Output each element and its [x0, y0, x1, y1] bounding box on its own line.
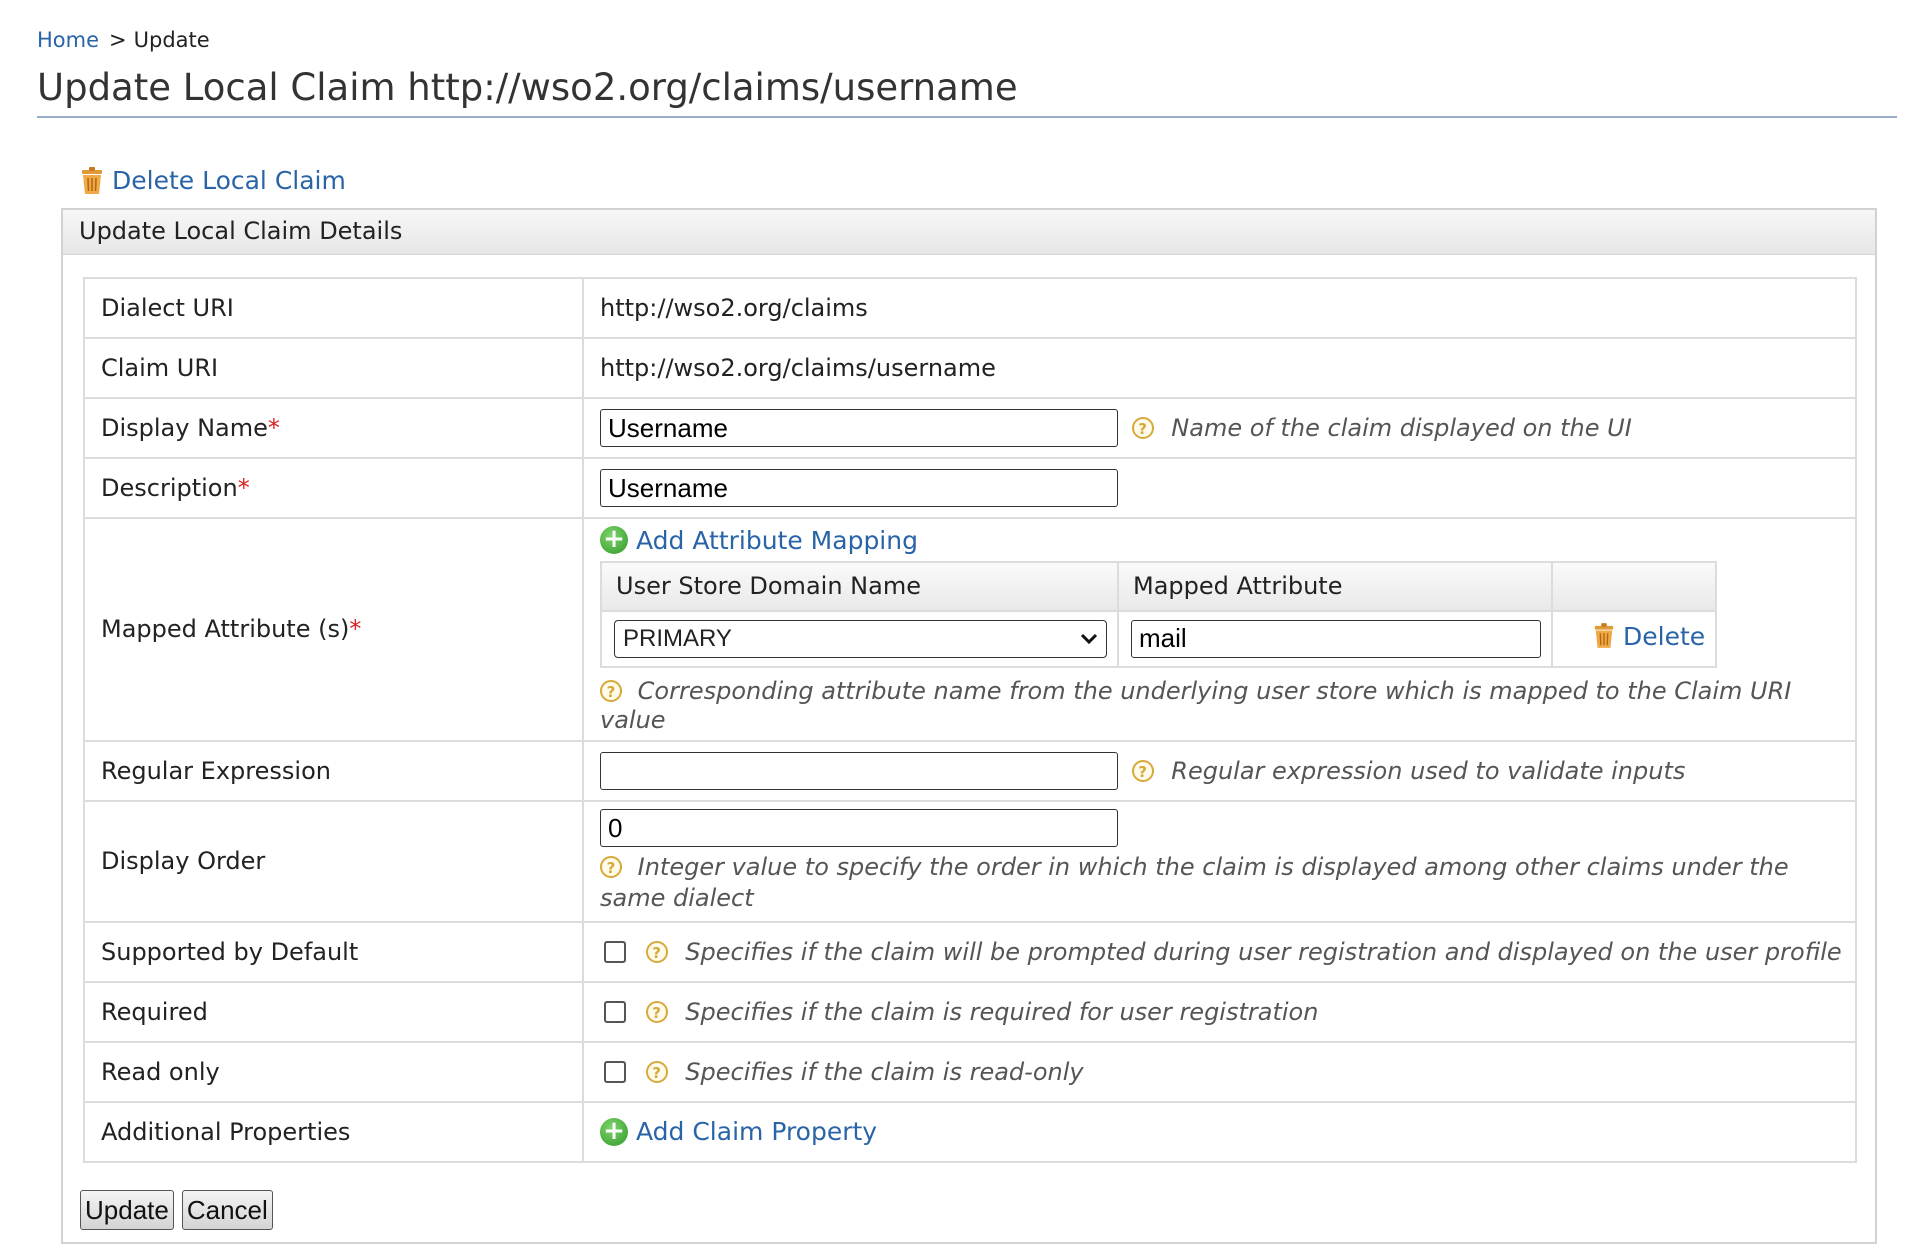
regex-label: Regular Expression	[83, 739, 584, 802]
description-input[interactable]	[600, 469, 1118, 507]
supported-by-default-cell: ? Specifies if the claim will be prompte…	[582, 920, 1857, 983]
display-order-input[interactable]	[600, 809, 1118, 847]
mapped-attributes-label-text: Mapped Attribute (s)	[101, 615, 350, 644]
attribute-mapping-row: PRIMARY mail Delete	[600, 609, 1718, 668]
row-read-only: Read only ? Specifies if the claim is re…	[83, 1040, 1857, 1103]
cancel-button[interactable]: Cancel	[181, 1190, 273, 1230]
user-store-domain-select[interactable]: PRIMARY	[614, 619, 1107, 658]
display-name-input[interactable]	[600, 409, 1118, 447]
help-icon[interactable]: ?	[645, 1001, 668, 1023]
actions-cell: Delete	[1550, 609, 1718, 668]
row-display-order: Display Order ? Integer value to specify…	[83, 799, 1857, 923]
mapped-attributes-cell: + Add Attribute Mapping User Store Domai…	[582, 517, 1857, 742]
add-attribute-mapping-label: Add Attribute Mapping	[636, 525, 918, 555]
display-order-cell: ? Integer value to specify the order in …	[582, 799, 1857, 923]
read-only-hint: Specifies if the claim is read-only	[685, 1058, 1084, 1086]
help-icon[interactable]: ?	[1131, 417, 1154, 439]
additional-properties-label: Additional Properties	[83, 1100, 584, 1163]
row-dialect-uri: Dialect URI http://wso2.org/claims	[83, 277, 1857, 339]
display-order-hint: Integer value to specify the order in wh…	[600, 853, 1789, 912]
help-icon[interactable]: ?	[600, 679, 622, 702]
required-hint: Specifies if the claim is required for u…	[685, 998, 1319, 1026]
chevron-down-icon	[1080, 633, 1098, 644]
display-order-label: Display Order	[83, 799, 584, 923]
required-mark: *	[349, 615, 362, 644]
mapped-attributes-hint: Corresponding attribute name from the un…	[600, 676, 1792, 734]
regex-cell: ? Regular expression used to validate in…	[582, 739, 1857, 802]
display-name-label: Display Name*	[83, 397, 584, 459]
regex-hint: Regular expression used to validate inpu…	[1171, 756, 1686, 785]
description-cell	[582, 457, 1857, 519]
required-mark: *	[237, 474, 250, 502]
mapped-attributes-label: Mapped Attribute (s)*	[83, 517, 584, 742]
display-name-cell: ? Name of the claim displayed on the UI	[582, 397, 1857, 459]
trash-icon	[1594, 623, 1614, 649]
row-supported-by-default: Supported by Default ? Specifies if the …	[83, 920, 1857, 983]
mapped-attributes-hint-line: ? Corresponding attribute name from the …	[600, 676, 1845, 734]
add-claim-property-link[interactable]: + Add Claim Property	[600, 1117, 877, 1146]
display-name-hint: Name of the claim displayed on the UI	[1171, 414, 1632, 442]
row-description: Description*	[83, 457, 1857, 519]
help-icon[interactable]: ?	[645, 941, 668, 963]
domain-cell: PRIMARY	[600, 609, 1119, 668]
form-buttons: Update Cancel	[80, 1190, 273, 1230]
read-only-label: Read only	[83, 1040, 584, 1103]
read-only-checkbox[interactable]	[604, 1061, 626, 1083]
description-label: Description*	[83, 457, 584, 519]
delete-mapping-label: Delete	[1623, 621, 1706, 651]
page: Home > Update Update Local Claim http://ws…	[0, 0, 1914, 1260]
supported-by-default-label: Supported by Default	[83, 920, 584, 983]
breadcrumb: Home > Update	[37, 28, 210, 52]
supported-by-default-hint: Specifies if the claim will be prompted …	[685, 938, 1842, 966]
plus-circle-icon: +	[600, 526, 628, 554]
selected-domain: PRIMARY	[623, 624, 732, 652]
claim-uri-label: Claim URI	[83, 337, 584, 399]
attribute-mapping-table: User Store Domain Name Mapped Attribute …	[600, 560, 1718, 668]
plus-circle-icon: +	[600, 1117, 628, 1146]
row-required: Required ? Specifies if the claim is req…	[83, 980, 1857, 1043]
delete-local-claim-label: Delete Local Claim	[112, 166, 346, 195]
delete-mapping-link[interactable]: Delete	[1593, 622, 1705, 651]
breadcrumb-home-link[interactable]: Home	[37, 28, 99, 52]
claim-uri-value: http://wso2.org/claims/username	[582, 337, 1857, 399]
help-icon[interactable]: ?	[645, 1061, 668, 1083]
col-mapped-attribute: Mapped Attribute	[1117, 560, 1553, 612]
row-regular-expression: Regular Expression ? Regular expression …	[83, 739, 1857, 802]
delete-local-claim-link[interactable]: Delete Local Claim	[80, 166, 346, 195]
display-name-label-text: Display Name	[101, 414, 268, 442]
claim-form-table: Dialect URI http://wso2.org/claims Claim…	[83, 277, 1857, 1163]
trash-icon	[82, 166, 102, 194]
help-icon[interactable]: ?	[600, 856, 622, 878]
attribute-cell	[1117, 609, 1553, 668]
claim-details-panel: Update Local Claim Details Dialect URI h…	[61, 208, 1877, 1244]
dialect-uri-value: http://wso2.org/claims	[582, 277, 1857, 339]
help-icon[interactable]: ?	[1131, 759, 1154, 782]
required-mark: *	[267, 414, 280, 442]
row-display-name: Display Name* ? Name of the claim displa…	[83, 397, 1857, 459]
mapped-attribute-input[interactable]	[1131, 619, 1541, 658]
display-order-hint-line: ? Integer value to specify the order in …	[600, 851, 1845, 913]
row-claim-uri: Claim URI http://wso2.org/claims/usernam…	[83, 337, 1857, 399]
description-label-text: Description	[101, 474, 238, 502]
row-mapped-attributes: Mapped Attribute (s)* + Add Attribute Ma…	[83, 517, 1857, 742]
update-button[interactable]: Update	[80, 1190, 174, 1230]
supported-by-default-checkbox[interactable]	[604, 941, 626, 963]
col-user-store-domain: User Store Domain Name	[600, 560, 1119, 612]
dialect-uri-label: Dialect URI	[83, 277, 584, 339]
col-actions	[1550, 560, 1718, 612]
row-additional-properties: Additional Properties + Add Claim Proper…	[83, 1100, 1857, 1163]
add-claim-property-label: Add Claim Property	[636, 1117, 878, 1147]
required-label: Required	[83, 980, 584, 1043]
breadcrumb-separator: >	[109, 28, 127, 52]
breadcrumb-current: Update	[133, 28, 210, 52]
required-cell: ? Specifies if the claim is required for…	[582, 980, 1857, 1043]
add-attribute-mapping-link[interactable]: + Add Attribute Mapping	[600, 526, 918, 555]
page-title: Update Local Claim http://wso2.org/claim…	[37, 66, 1897, 118]
read-only-cell: ? Specifies if the claim is read-only	[582, 1040, 1857, 1103]
panel-title: Update Local Claim Details	[63, 210, 1875, 255]
regex-input[interactable]	[600, 751, 1118, 790]
required-checkbox[interactable]	[604, 1001, 626, 1023]
additional-properties-cell: + Add Claim Property	[582, 1100, 1857, 1163]
